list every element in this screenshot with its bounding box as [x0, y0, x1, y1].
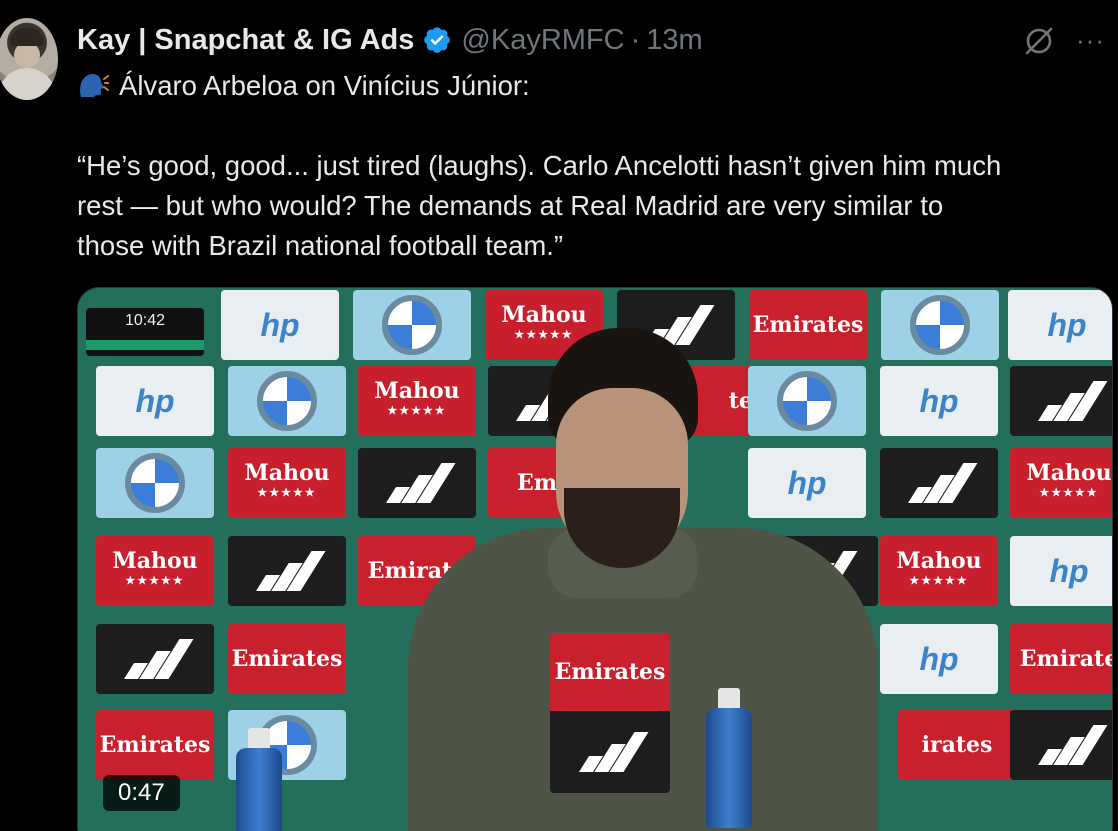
backdrop-tile: Emirates [228, 624, 346, 694]
podium-sign-emirates: Emirates [550, 633, 670, 711]
backdrop-tile [358, 448, 476, 518]
backdrop-tile: Emirate [1010, 624, 1112, 694]
tweet-text-intro: Álvaro Arbeloa on Vinícius Júnior: [119, 70, 530, 101]
video-duration-badge: 0:47 [103, 775, 180, 811]
text-line-2: “He’s good, good... just tired (laughs).… [77, 150, 1002, 181]
backdrop-tile [353, 290, 471, 360]
tweet[interactable]: Kay | Snapchat & IG Ads @KayRMFC · 13m ·… [0, 0, 1118, 831]
timestamp[interactable]: 13m [646, 24, 702, 57]
tweet-header: Kay | Snapchat & IG Ads @KayRMFC · 13m [77, 22, 703, 58]
backdrop-tile [228, 536, 346, 606]
avatar-body [0, 68, 56, 100]
backdrop-tile [96, 448, 214, 518]
backdrop-tile [1010, 710, 1112, 780]
video-player[interactable]: hp Mahou ★★★★★ Emirates hp hp Mahou ★★★★★ … [77, 287, 1113, 831]
backdrop-tile [96, 624, 214, 694]
text-line-4: those with Brazil national football team… [77, 230, 564, 261]
broadcast-clock-time: 10:42 [124, 312, 166, 329]
backdrop-tile: Mahou ★★★★★ [96, 536, 214, 606]
backdrop-tile [1010, 366, 1112, 436]
avatar[interactable] [0, 18, 58, 100]
backdrop-tile: hp [221, 290, 339, 360]
grok-icon[interactable] [1022, 24, 1056, 58]
backdrop-tile: hp [1008, 290, 1112, 360]
backdrop-tile: Mahou ★★★★★ [228, 448, 346, 518]
speaking-head-icon [80, 73, 109, 97]
backdrop-tile [880, 448, 998, 518]
broadcast-clock: 10:42 [86, 308, 204, 356]
backdrop-tile: Mahou ★★★★★ [358, 366, 476, 436]
backdrop-tile [881, 290, 999, 360]
text-line-1: Álvaro Arbeloa on Vinícius Júnior: [77, 66, 1117, 106]
podium-sign-adidas [550, 711, 670, 793]
tweet-text: Álvaro Arbeloa on Vinícius Júnior: “He’s… [77, 66, 1117, 266]
author-name[interactable]: Kay | Snapchat & IG Ads [77, 24, 414, 57]
backdrop-tile: Emirates [749, 290, 867, 360]
backdrop-tile: hp [880, 624, 998, 694]
text-line-3: rest — but who would? The demands at Rea… [77, 190, 944, 221]
author-handle[interactable]: @KayRMFC [461, 24, 624, 57]
avatar-cap [10, 28, 44, 46]
backdrop-tile: Mahou ★★★★★ [880, 536, 998, 606]
backdrop-tile: Mahou ★★★★★ [1010, 448, 1112, 518]
podium-sign: Emirates [550, 633, 670, 793]
more-icon[interactable]: ··· [1076, 27, 1110, 53]
backdrop-tile: hp [880, 366, 998, 436]
backdrop-tile: irates [898, 710, 1016, 780]
broadcast-clock-bar [86, 340, 204, 350]
backdrop-tile [228, 366, 346, 436]
backdrop-tile: hp [96, 366, 214, 436]
backdrop-tile: hp [1010, 536, 1112, 606]
separator-dot: · [630, 23, 641, 56]
water-bottle [236, 748, 282, 831]
backdrop-tile: Emirates [96, 710, 214, 780]
water-bottle [706, 708, 752, 828]
backdrop-tile: hp [748, 448, 866, 518]
backdrop-tile [748, 366, 866, 436]
verified-badge-icon[interactable] [422, 25, 452, 55]
